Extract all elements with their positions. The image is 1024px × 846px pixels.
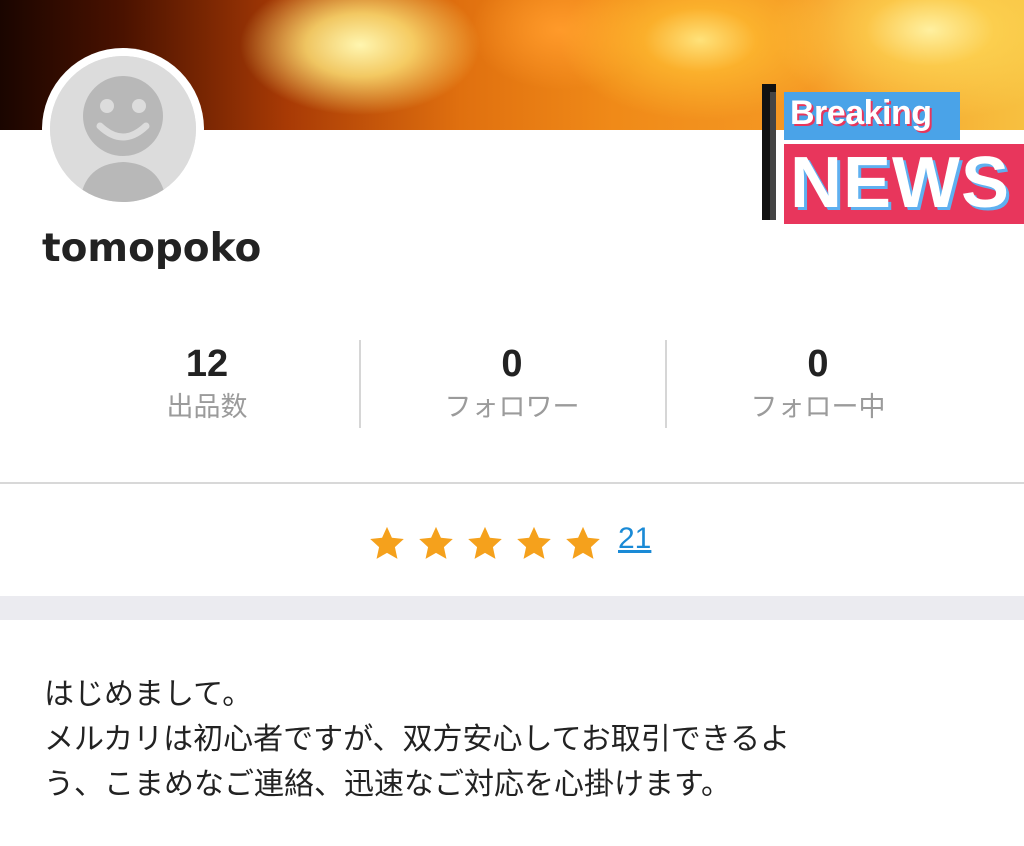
sticker-bar-shadow [770,92,776,220]
stat-following[interactable]: 0 フォロー中 [665,340,971,428]
news-text: NEWS [790,143,1010,223]
stat-following-value: 0 [807,343,829,385]
breaking-text: Breaking [790,94,932,132]
intro-line: メルカリは初心者ですが、双方安心してお取引できるよ [44,722,791,757]
stat-followers-value: 0 [501,343,523,385]
star-icon [566,526,600,559]
rating-count-link[interactable]: 21 [618,522,651,556]
breaking-news-sticker: Breaking NEWS [762,84,1024,226]
rating-row: 21 [0,510,1024,574]
profile-introduction: はじめまして。 メルカリは初心者ですが、双方安心してお取引できるよ う、こまめな… [44,672,1004,807]
avatar[interactable] [42,48,204,210]
star-icon [468,526,502,559]
section-separator [0,596,1024,620]
star-icon [419,526,453,559]
stat-listings-value: 12 [185,343,229,385]
stat-followers-label: フォロワー [444,392,580,423]
intro-line: はじめまして。 [44,677,253,712]
stat-followers[interactable]: 0 フォロワー [359,340,665,428]
star-icon [370,526,404,559]
star-icon [517,526,551,559]
divider [0,482,1024,484]
default-avatar-icon [50,56,196,202]
profile-stats: 12 出品数 0 フォロワー 0 フォロー中 [0,330,1024,440]
username: tomopoko [42,226,262,271]
stat-following-label: フォロー中 [750,392,886,423]
intro-line: う、こまめなご連絡、迅速なご対応を心掛けます。 [44,767,731,802]
stat-listings-label: 出品数 [166,392,248,423]
stat-listings[interactable]: 12 出品数 [54,340,360,428]
